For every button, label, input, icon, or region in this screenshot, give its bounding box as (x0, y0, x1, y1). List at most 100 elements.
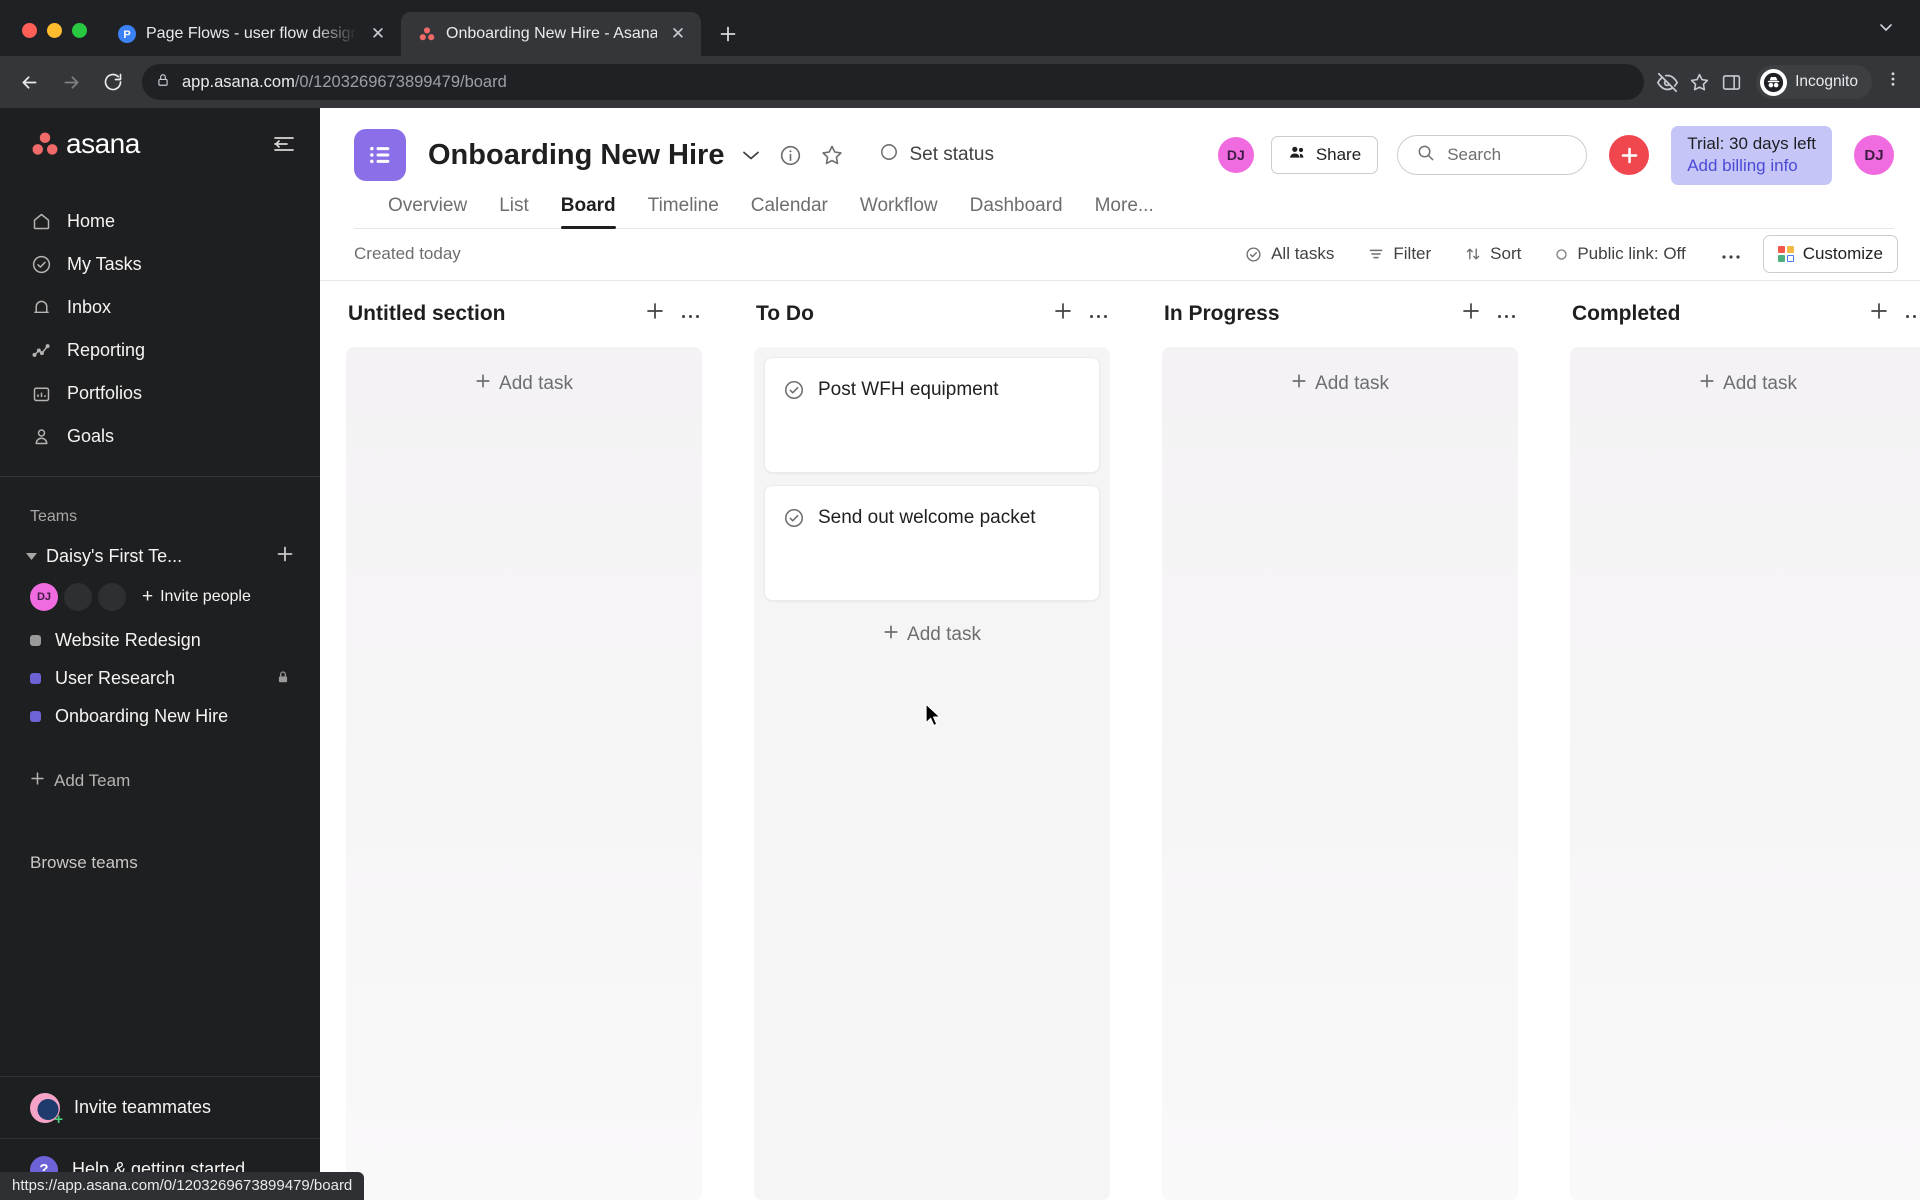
add-task-to-column-button[interactable] (1869, 301, 1889, 326)
browse-teams-button[interactable]: Browse teams (0, 843, 320, 883)
sidebar-item-inbox[interactable]: Inbox (0, 286, 320, 329)
column-body[interactable]: Add task (346, 346, 702, 1200)
column-body[interactable]: Post WFH equipment Send out welcome pack… (754, 346, 1110, 1200)
list-board-icon (354, 129, 406, 182)
avatar-placeholder[interactable] (64, 583, 92, 611)
sidebar-item-portfolios[interactable]: Portfolios (0, 372, 320, 415)
column-title[interactable]: Completed (1572, 302, 1681, 326)
add-task-to-column-button[interactable] (1461, 301, 1481, 326)
column-body[interactable]: Add task (1162, 346, 1518, 1200)
avatar[interactable]: DJ (1854, 135, 1894, 176)
task-card-list: Post WFH equipment Send out welcome pack… (754, 347, 1110, 601)
new-tab-button[interactable] (711, 17, 745, 51)
maximize-window-button[interactable] (72, 23, 87, 38)
project-name: Website Redesign (55, 629, 201, 650)
column-title[interactable]: In Progress (1164, 302, 1280, 326)
column-more-options-icon[interactable] (1497, 308, 1516, 319)
tab-list[interactable]: List (483, 195, 545, 228)
add-task-button[interactable]: Add task (1162, 347, 1518, 421)
chevron-down-icon[interactable] (1878, 19, 1920, 56)
sidebar-team-row[interactable]: Daisy's First Te... (0, 535, 320, 577)
add-task-to-column-button[interactable] (1053, 301, 1073, 326)
public-link-button[interactable]: Public link: Off (1538, 244, 1702, 264)
avatar[interactable]: DJ (1217, 137, 1254, 174)
sidebar-project-website-redesign[interactable]: Website Redesign (0, 621, 320, 659)
teams-section-label: Teams (30, 508, 78, 525)
sidebar-item-my-tasks[interactable]: My Tasks (0, 243, 320, 286)
column-more-options-icon[interactable] (1905, 308, 1920, 319)
invite-teammates-button[interactable]: Invite teammates (0, 1076, 320, 1138)
more-options-icon[interactable] (1703, 248, 1759, 260)
address-bar[interactable]: app.asana.com/0/1203269673899479/board (142, 64, 1645, 100)
check-circle-icon[interactable] (783, 507, 805, 534)
add-task-to-column-button[interactable] (645, 301, 665, 326)
info-icon[interactable] (779, 144, 802, 167)
filter-button[interactable]: Filter (1351, 244, 1448, 264)
close-window-button[interactable] (22, 23, 37, 38)
browser-tab-asana[interactable]: Onboarding New Hire - Asana ✕ (401, 12, 701, 56)
tab-dashboard[interactable]: Dashboard (954, 195, 1079, 228)
sidebar-project-user-research[interactable]: User Research (0, 659, 320, 697)
add-task-button[interactable]: Add task (754, 607, 1110, 663)
sort-button[interactable]: Sort (1448, 244, 1538, 264)
column-title[interactable]: Untitled section (348, 302, 506, 326)
side-panel-icon[interactable] (1716, 67, 1746, 97)
browser-tab-title: Onboarding New Hire - Asana (446, 25, 657, 42)
sidebar-project-onboarding-new-hire[interactable]: Onboarding New Hire (0, 697, 320, 735)
customize-button[interactable]: Customize (1762, 235, 1898, 273)
reload-button[interactable] (94, 63, 132, 101)
column-body[interactable]: Add task (1570, 346, 1920, 1200)
invite-teammates-label: Invite teammates (74, 1097, 212, 1117)
tab-calendar[interactable]: Calendar (735, 195, 844, 228)
add-task-button[interactable]: Add task (346, 347, 702, 421)
tab-overview[interactable]: Overview (388, 195, 483, 228)
back-button[interactable] (10, 63, 48, 101)
profile-incognito-pill[interactable]: Incognito (1756, 65, 1872, 99)
minimize-window-button[interactable] (47, 23, 62, 38)
close-icon[interactable]: ✕ (667, 23, 689, 45)
share-button[interactable]: Share (1270, 136, 1379, 175)
add-task-button[interactable]: Add task (1570, 347, 1920, 421)
add-project-to-team-button[interactable] (276, 545, 294, 567)
task-card[interactable]: Send out welcome packet (764, 484, 1100, 601)
eye-slash-icon[interactable] (1652, 67, 1682, 97)
add-team-button[interactable]: Add Team (0, 761, 320, 801)
trial-banner[interactable]: Trial: 30 days left Add billing info (1671, 126, 1832, 185)
sidebar-item-goals[interactable]: Goals (0, 415, 320, 458)
sidebar-item-home[interactable]: Home (0, 200, 320, 243)
chevron-down-icon[interactable] (741, 148, 761, 162)
bookmark-star-icon[interactable] (1684, 67, 1714, 97)
close-icon[interactable]: ✕ (367, 23, 389, 45)
column-more-options-icon[interactable] (1089, 308, 1108, 319)
search-input[interactable]: Search (1397, 135, 1588, 176)
set-status-button[interactable]: Set status (880, 143, 994, 167)
invite-people-button[interactable]: + Invite people (142, 586, 251, 608)
board-columns[interactable]: Untitled section Add task To Do Post WFH… (320, 280, 1920, 1200)
chevron-down-icon[interactable] (24, 552, 38, 560)
collapse-sidebar-icon[interactable] (272, 134, 296, 154)
tab-more[interactable]: More... (1079, 195, 1170, 228)
add-billing-info-link[interactable]: Add billing info (1687, 155, 1816, 177)
tab-workflow[interactable]: Workflow (844, 195, 954, 228)
browser-tab-pageflows[interactable]: P Page Flows - user flow design ✕ (101, 12, 401, 56)
forward-button[interactable] (52, 63, 90, 101)
add-button[interactable] (1609, 135, 1650, 176)
all-tasks-filter-button[interactable]: All tasks (1228, 244, 1351, 264)
asana-wordmark: asana (66, 128, 140, 159)
column-title[interactable]: To Do (756, 302, 814, 326)
team-name: Daisy's First Te... (46, 545, 183, 566)
tab-timeline[interactable]: Timeline (632, 195, 735, 228)
browser-omnibox-row: app.asana.com/0/1203269673899479/board I… (0, 56, 1920, 108)
check-circle-icon[interactable] (783, 379, 805, 406)
created-today-label: Created today (354, 244, 461, 263)
asana-logo[interactable]: asana (30, 128, 140, 160)
star-outline-icon[interactable] (820, 143, 844, 167)
filter-icon (1368, 246, 1384, 262)
task-card[interactable]: Post WFH equipment (764, 356, 1100, 473)
column-more-options-icon[interactable] (681, 308, 700, 319)
tab-board[interactable]: Board (545, 195, 632, 229)
avatar-placeholder[interactable] (98, 583, 126, 611)
browser-menu-icon[interactable] (1874, 70, 1906, 94)
avatar[interactable]: DJ (30, 583, 58, 611)
sidebar-item-reporting[interactable]: Reporting (0, 329, 320, 372)
